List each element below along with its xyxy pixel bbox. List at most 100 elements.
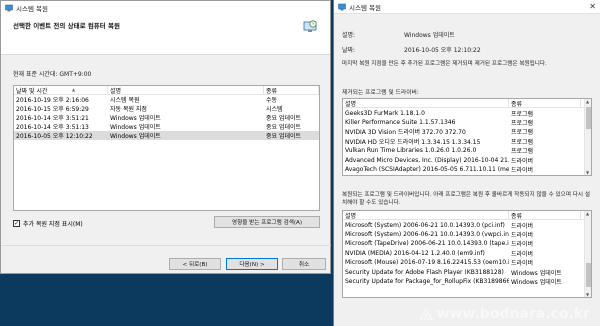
list-item[interactable]: Microsoft (System) 2006-06-21 10.0.14393… — [343, 220, 591, 230]
row-type: 수동 — [266, 97, 278, 104]
program-name: AvagoTech (SCSIAdapter) 2016-05-05 6.711… — [345, 165, 509, 173]
scroll-down-icon[interactable]: ▼ — [586, 170, 589, 175]
column-type[interactable]: 종류 — [509, 99, 581, 108]
date-field: 날짜: 2016-10-05 오후 12:10:22 — [342, 45, 481, 54]
program-type: 드라이버 — [511, 231, 534, 239]
scroll-thumb[interactable] — [586, 263, 591, 287]
sort-up-icon: ▲ — [72, 87, 76, 92]
scrollbar[interactable]: ▲ ▼ — [584, 99, 591, 175]
title-bar: 시스템 복원 — [1, 1, 330, 15]
added-label: 복원되는 프로그램 및 드라이버입니다. 아래 프로그램은 복원 후 올바르게 … — [342, 192, 590, 206]
program-type: 드라이버 — [511, 250, 534, 258]
list-item[interactable]: Security Update for Package_for_RollupFi… — [343, 277, 591, 286]
cancel-button[interactable]: 취소 — [282, 258, 326, 270]
column-description[interactable]: 설명 — [343, 99, 509, 108]
program-name: Microsoft (System) 2006-06-21 10.0.14393… — [345, 221, 505, 229]
list-item[interactable]: Geeks3D FurMark 1.18.1.0 프로그램 — [343, 108, 591, 118]
program-name: Security Update for Adobe Flash Player (… — [345, 268, 504, 276]
program-name: NVIDIA 3D Vision 드라이버 372.70 372.70 — [345, 129, 466, 137]
table-row[interactable]: 2016-10-14 오후 3:51:21 Windows 업데이트 중요 업데이트 — [14, 113, 319, 122]
table-row[interactable]: 2016-10-14 오후 3:51:13 Windows 업데이트 중요 업데이트 — [14, 122, 319, 131]
program-name: Geeks3D FurMark 1.18.1.0 — [345, 109, 425, 117]
window-title: 시스템 복원 — [16, 5, 48, 13]
column-type[interactable]: 종류 — [509, 211, 581, 220]
program-name: Advanced Micro Devices, Inc. (Display) 2… — [345, 156, 509, 164]
list-item[interactable]: Bo...(MediaTek) 2012-12-10 8.0.0.0 (...드… — [343, 174, 591, 175]
program-name: NVIDIA (MEDIA) 2016-04-12 1.2.40.0 (em9.… — [345, 249, 485, 257]
row-description: 시스템 복원 — [110, 97, 140, 104]
restored-programs-list: 설명 종류 Microsoft (System) 2006-06-21 10.0… — [342, 210, 592, 298]
description-label: 설명: — [342, 32, 356, 39]
table-header: 설명 종류 — [343, 99, 591, 109]
show-more-label: 추가 복원 지점 표시(M) — [23, 221, 83, 228]
program-type: 드라이버 — [511, 241, 534, 249]
list-item[interactable]: Vulkan Run Time Libraries 1.0.26.0 1.0.2… — [343, 146, 591, 155]
list-item[interactable]: Killer Performance Suite 1.1.57.1346 프로그램 — [343, 118, 591, 127]
row-date: 2016-10-15 오후 6:59:29 — [16, 106, 89, 113]
description-field: 설명: Windows 업데이트 — [342, 30, 455, 39]
affected-programs-window: 시스템 복원 ✕ 설명: Windows 업데이트 날짜: 2016-10-05… — [333, 0, 600, 326]
table-row[interactable]: 2016-10-15 오후 6:59:29 자동 복원 지점 시스템 — [14, 104, 319, 113]
program-type: 드라이버 — [511, 166, 534, 174]
row-date: 2016-10-14 오후 3:51:21 — [16, 115, 89, 122]
row-type: 시스템 — [266, 106, 283, 113]
bodnara-logo-icon — [418, 307, 433, 320]
date-label: 날짜: — [342, 47, 356, 54]
watermark-text: www.bodnara.co.kr — [436, 306, 590, 322]
table-header: 설명 종류 — [343, 211, 591, 221]
show-more-checkbox[interactable] — [13, 220, 20, 227]
wizard-header: 선택한 이벤트 전의 상태로 컴퓨터 복원 — [1, 15, 330, 55]
next-button[interactable]: 다음(N) > — [226, 258, 278, 270]
list-item[interactable]: Microsoft (Mouse) 2016-07-19 8.16.22415.… — [343, 258, 591, 267]
system-restore-icon — [338, 3, 346, 10]
scan-affected-programs-button[interactable]: 영향을 받는 프로그램 검색(A) — [214, 216, 320, 228]
watermark: www.bodnara.co.kr — [418, 306, 590, 322]
program-name: Microsoft (Mouse) 2016-07-19 8.16.22415.… — [345, 259, 509, 267]
row-date: 2016-10-05 오후 12:10:22 — [16, 133, 93, 140]
show-more-restore-points[interactable]: 추가 복원 지점 표시(M) — [13, 219, 83, 228]
table-body: 2016-10-19 오후 2:16:06 시스템 복원 수동 2016-10-15 … — [14, 95, 319, 140]
column-description[interactable]: 설명 — [108, 86, 264, 95]
table-row[interactable]: 2016-10-19 오후 2:16:06 시스템 복원 수동 — [14, 95, 319, 104]
scroll-up-icon[interactable]: ▲ — [586, 99, 589, 104]
program-name: Vulkan Run Time Libraries 1.0.26.0 1.0.2… — [345, 147, 477, 155]
row-type: 중요 업데이트 — [266, 115, 302, 122]
divider — [1, 245, 331, 246]
list-item[interactable]: NVIDIA HD 오디오 드라이버 1.3.34.15 1.3.34.15 프로… — [343, 137, 591, 146]
row-description: Windows 업데이트 — [110, 124, 161, 131]
timezone-label: 현재 표준 시간대: GMT+9:00 — [13, 71, 92, 78]
row-description: Windows 업데이트 — [110, 133, 161, 140]
list-item[interactable]: Microsoft (System) 2006-06-21 10.0.14393… — [343, 230, 591, 239]
row-description: 자동 복원 지점 — [110, 106, 147, 113]
table-body: Geeks3D FurMark 1.18.1.0 프로그램 Killer Perfo… — [343, 108, 591, 175]
system-restore-window: 시스템 복원 선택한 이벤트 전의 상태로 컴퓨터 복원 현재 표준 시간대: … — [0, 0, 331, 274]
scroll-thumb[interactable] — [586, 107, 591, 129]
restore-point-table: 날짜 및 시간 ▲ 설명 종류 2016-10-19 오후 2:16:06 시스템… — [13, 85, 320, 211]
system-restore-icon — [5, 4, 13, 12]
program-type: Windows 업데이트 — [511, 278, 562, 286]
restore-clock-icon — [303, 20, 317, 32]
program-type: 프로그램 — [511, 119, 534, 127]
scrollbar[interactable]: ▲ ▼ — [584, 211, 591, 297]
list-item[interactable]: AvagoTech (SCSIAdapter) 2016-05-05 6.711… — [343, 165, 591, 174]
column-date[interactable]: 날짜 및 시간 — [14, 86, 108, 95]
row-type: 중요 업데이트 — [266, 124, 302, 131]
list-item[interactable]: NVIDIA (MEDIA) 2016-04-12 1.2.40.0 (em9.… — [343, 249, 591, 258]
column-type[interactable]: 종류 — [264, 86, 319, 95]
program-name: Killer Performance Suite 1.1.57.1346 — [345, 118, 456, 126]
program-name: Microsoft (System) 2006-06-21 10.0.14393… — [345, 230, 509, 238]
scroll-up-icon[interactable]: ▲ — [586, 211, 589, 216]
list-item[interactable]: Microsoft (TapeDrive) 2006-06-21 10.0.14… — [343, 239, 591, 248]
program-name: Security Update for Package_for_RollupFi… — [345, 277, 509, 285]
scroll-down-icon[interactable]: ▼ — [586, 292, 589, 297]
program-type: Windows 업데이트 — [511, 269, 562, 277]
program-type: 드라이버 — [511, 260, 534, 268]
column-description[interactable]: 설명 — [343, 211, 509, 220]
close-icon[interactable]: ✕ — [589, 2, 596, 11]
list-item[interactable]: Security Update for Adobe Flash Player (… — [343, 267, 591, 277]
table-row[interactable]: 2016-10-05 오후 12:10:22 Windows 업데이트 중요 업데이… — [14, 131, 319, 140]
list-item[interactable]: Advanced Micro Devices, Inc. (Display) 2… — [343, 155, 591, 165]
back-button[interactable]: < 뒤로(B) — [169, 258, 221, 270]
list-item[interactable]: NVIDIA 3D Vision 드라이버 372.70 372.70 프로그램 — [343, 127, 591, 136]
program-name: NVIDIA HD 오디오 드라이버 1.3.34.15 1.3.34.15 — [345, 138, 481, 146]
